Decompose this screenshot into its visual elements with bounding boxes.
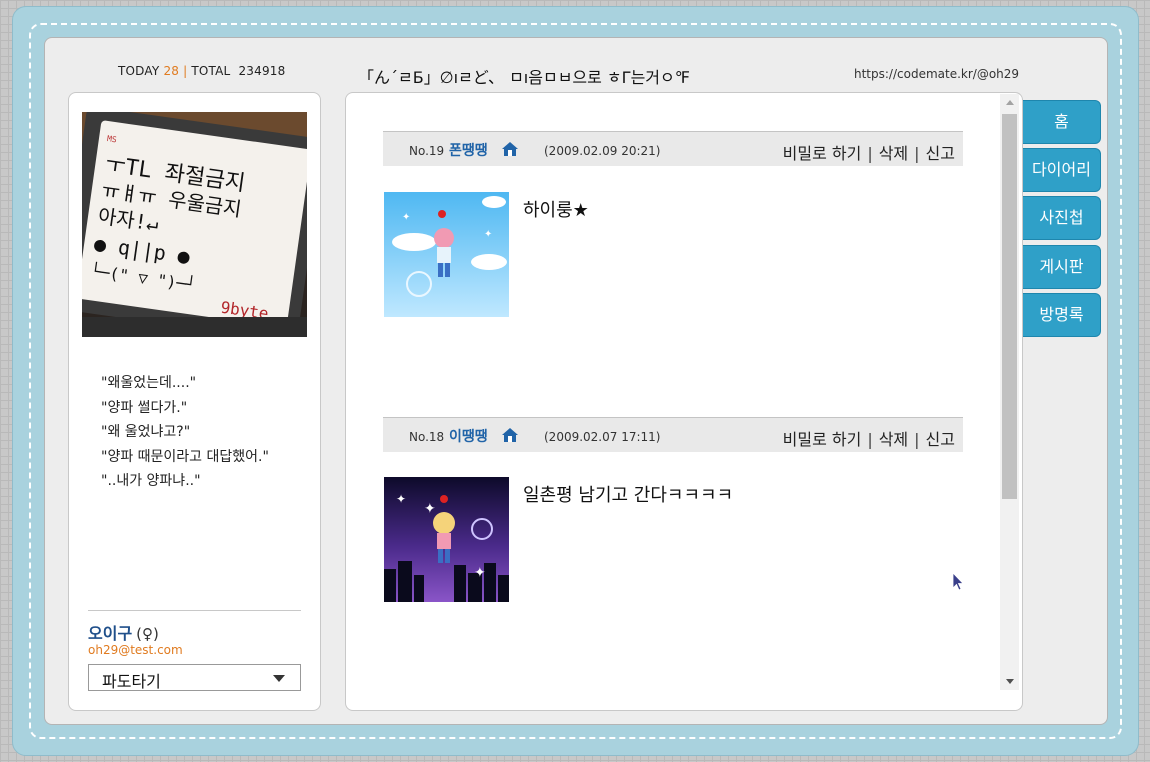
phone-screen-photo: MS ㅜTL 좌절금지 ㅠㅒㅠ 우울금지 아자!↵ ● q||p ● └─(" …: [82, 112, 307, 337]
make-secret-button[interactable]: 비밀로 하기: [783, 144, 862, 163]
tab-diary[interactable]: 다이어리: [1023, 148, 1101, 192]
today-label: TODAY: [118, 64, 160, 78]
bio-line: "왜울었는데....": [101, 375, 197, 391]
report-button[interactable]: 신고: [926, 430, 955, 449]
today-count: 28: [163, 64, 180, 78]
visit-counter: TODAY 28 | TOTAL 234918: [118, 64, 285, 78]
wave-select-value: 파도타기: [102, 672, 161, 691]
bio-line: "양파 때문이라고 대답했어.": [101, 448, 269, 465]
bio-line: "양파 썰다가.": [101, 399, 188, 416]
homepage-title: 「ん΄ㄹБ」∅ıㄹど、 ㅁı음ㅁㅂ으로 ㅎΓ는거ㅇ℉: [358, 68, 690, 87]
profile-bio: "왜울었는데...." "양파 썰다가." "왜 울었냐고?" "양파 때문이라고 대…: [101, 371, 269, 494]
profile-email[interactable]: oh29@test.com: [88, 643, 183, 657]
delete-button[interactable]: 삭제: [879, 144, 908, 163]
svg-text:MS: MS: [106, 134, 117, 144]
tab-guestbook[interactable]: 방명록: [1023, 293, 1101, 337]
tab-board[interactable]: 게시판: [1023, 245, 1101, 289]
svg-text:✦: ✦: [484, 229, 492, 240]
svg-text:✦: ✦: [474, 565, 486, 581]
home-icon[interactable]: [501, 427, 519, 443]
scroll-down-arrow-icon[interactable]: [1006, 679, 1014, 684]
entry-actions: 비밀로 하기 | 삭제 | 신고: [782, 430, 955, 449]
delete-button[interactable]: 삭제: [879, 430, 908, 449]
scroll-thumb[interactable]: [1002, 114, 1017, 499]
profile-name[interactable]: 오이구 (♀): [88, 620, 159, 644]
guestbook-entry-header: No.19 폰땡땡 (2009.02.09 20:21) 비밀로 하기 | 삭제 | 신…: [383, 131, 963, 166]
chevron-down-icon: [273, 675, 285, 682]
entry-date: (2009.02.07 17:11): [544, 430, 661, 444]
report-button[interactable]: 신고: [926, 144, 955, 163]
total-label: TOTAL: [191, 64, 231, 78]
entry-message: 일촌평 남기고 간다ㅋㅋㅋㅋ: [523, 485, 734, 506]
entry-number: No.19: [409, 144, 445, 158]
profile-gender: (♀): [136, 625, 159, 643]
profile-name-text[interactable]: 오이구: [88, 624, 132, 643]
entry-avatar: ✦ ✦ ✦: [384, 477, 509, 602]
entry-avatar: ✦ ✦: [384, 192, 509, 317]
entry-author[interactable]: 폰땡땡: [449, 140, 488, 160]
bio-line: "왜 울었냐고?": [101, 424, 191, 440]
profile-image: MS ㅜTL 좌절금지 ㅠㅒㅠ 우울금지 아자!↵ ● q||p ● └─(" …: [82, 112, 307, 337]
svg-text:✦: ✦: [396, 492, 406, 506]
mouse-pointer-icon: [952, 572, 964, 591]
entry-author[interactable]: 이땡땡: [449, 426, 488, 446]
home-icon[interactable]: [501, 141, 519, 157]
tab-photo-album[interactable]: 사진첩: [1023, 196, 1101, 240]
minimi-night-city: ✦ ✦ ✦: [384, 477, 509, 602]
profile-panel: MS ㅜTL 좌절금지 ㅠㅒㅠ 우울금지 아자!↵ ● q||p ● └─(" …: [68, 92, 321, 711]
bio-line: "..내가 양파냐..": [101, 473, 201, 489]
wave-select[interactable]: 파도타기: [88, 664, 301, 691]
guestbook-entry-header: No.18 이땡땡 (2009.02.07 17:11) 비밀로 하기 | 삭제 | 신…: [383, 417, 963, 452]
guestbook-panel: [345, 92, 1023, 711]
entry-date: (2009.02.09 20:21): [544, 144, 661, 158]
entry-number: No.18: [409, 430, 445, 444]
total-count: 234918: [238, 64, 286, 78]
counter-separator: |: [183, 64, 188, 78]
scrollbar[interactable]: [1000, 94, 1019, 690]
profile-divider: [88, 610, 301, 611]
scroll-up-arrow-icon[interactable]: [1006, 100, 1014, 105]
minimi-day-clouds: ✦ ✦: [384, 192, 509, 317]
svg-text:✦: ✦: [402, 212, 410, 223]
tab-home[interactable]: 홈: [1023, 100, 1101, 144]
homepage-url[interactable]: https://codemate.kr/@oh29: [854, 67, 1019, 81]
entry-actions: 비밀로 하기 | 삭제 | 신고: [782, 144, 955, 163]
entry-message: 하이룽★: [523, 200, 589, 221]
make-secret-button[interactable]: 비밀로 하기: [783, 430, 862, 449]
svg-text:✦: ✦: [424, 501, 436, 517]
